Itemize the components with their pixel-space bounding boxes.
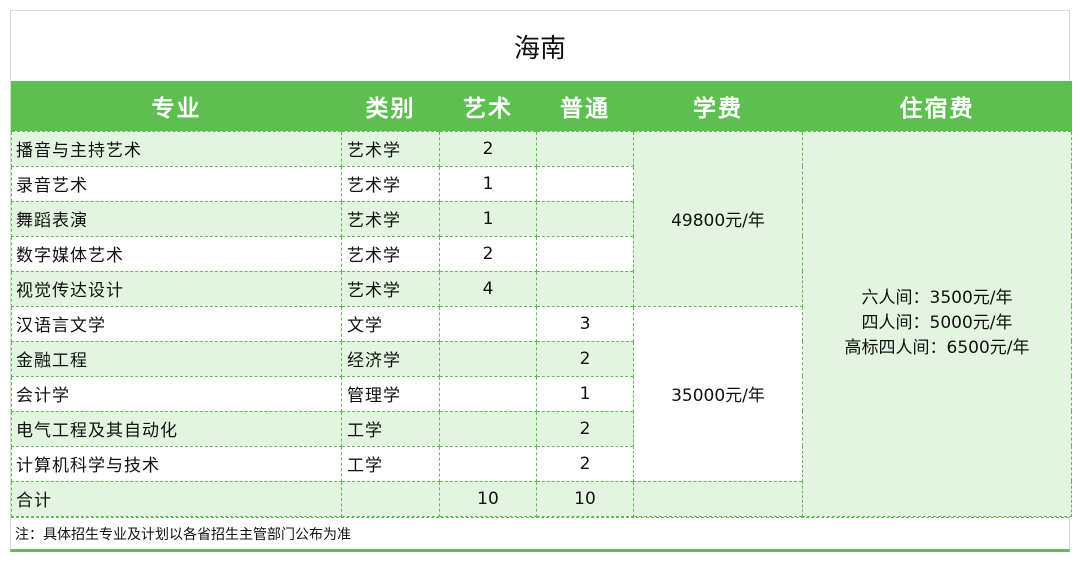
art-count-cell: 4 (439, 270, 537, 307)
art-count-cell (439, 375, 537, 412)
general-count-cell: 1 (536, 375, 634, 412)
art-count-cell (439, 305, 537, 342)
major-cell: 数字媒体艺术 (11, 235, 342, 272)
tuition-general-cell: 35000元/年 (633, 305, 803, 482)
category-cell: 艺术学 (341, 270, 440, 307)
dorm-fee-premium-four: 高标四人间：6500元/年 (844, 338, 1030, 358)
major-cell: 电气工程及其自动化 (11, 410, 342, 447)
art-count-cell (439, 410, 537, 447)
footnote: 注：具体招生专业及计划以各省招生主管部门公布为准 (11, 516, 1069, 550)
major-cell: 金融工程 (11, 340, 342, 377)
header-major: 专业 (11, 81, 342, 131)
major-cell: 汉语言文学 (11, 305, 342, 342)
admission-plan-sheet: 海南 专业 类别 艺术 普通 学费 住宿费 播音与主持艺术 艺术学 2 4980… (10, 10, 1072, 552)
dorm-fee-cell: 六人间：3500元/年 四人间：5000元/年 高标四人间：6500元/年 (802, 130, 1072, 517)
art-count-cell: 1 (439, 200, 537, 237)
art-count-cell: 1 (439, 165, 537, 202)
category-cell: 工学 (341, 445, 440, 482)
category-cell: 艺术学 (341, 165, 440, 202)
general-count-cell: 2 (536, 445, 634, 482)
total-general-count: 10 (536, 480, 634, 517)
category-cell: 艺术学 (341, 130, 440, 167)
category-cell: 艺术学 (341, 235, 440, 272)
major-cell: 录音艺术 (11, 165, 342, 202)
header-row: 专业 类别 艺术 普通 学费 住宿费 (11, 81, 1072, 131)
general-count-cell (536, 270, 634, 307)
major-cell: 播音与主持艺术 (11, 130, 342, 167)
total-art-count: 10 (439, 480, 537, 517)
major-cell: 视觉传达设计 (11, 270, 342, 307)
header-general: 普通 (536, 81, 634, 131)
category-cell: 管理学 (341, 375, 440, 412)
tuition-art-cell: 49800元/年 (633, 130, 803, 307)
general-count-cell: 3 (536, 305, 634, 342)
table-row: 播音与主持艺术 艺术学 2 49800元/年 六人间：3500元/年 四人间：5… (11, 130, 1072, 517)
total-label: 合计 (11, 480, 342, 517)
major-cell: 会计学 (11, 375, 342, 412)
dorm-fee-four: 四人间：5000元/年 (861, 313, 1013, 333)
art-count-cell (439, 445, 537, 482)
general-count-cell (536, 165, 634, 202)
header-category: 类别 (341, 81, 440, 131)
header-art: 艺术 (439, 81, 537, 131)
art-count-cell: 2 (439, 235, 537, 272)
dorm-fee-six: 六人间：3500元/年 (861, 288, 1013, 308)
category-cell: 工学 (341, 410, 440, 447)
total-category-empty (341, 480, 440, 517)
general-count-cell (536, 200, 634, 237)
category-cell: 艺术学 (341, 200, 440, 237)
major-cell: 计算机科学与技术 (11, 445, 342, 482)
total-tuition-empty (633, 480, 803, 517)
header-dorm: 住宿费 (802, 81, 1072, 131)
general-count-cell: 2 (536, 410, 634, 447)
general-count-cell: 2 (536, 340, 634, 377)
major-cell: 舞蹈表演 (11, 200, 342, 237)
page-title: 海南 (513, 33, 566, 64)
art-count-cell (439, 340, 537, 377)
art-count-cell: 2 (439, 130, 537, 167)
admission-table: 专业 类别 艺术 普通 学费 住宿费 播音与主持艺术 艺术学 2 49800元/… (11, 81, 1072, 517)
header-tuition: 学费 (633, 81, 803, 131)
general-count-cell (536, 235, 634, 272)
general-count-cell (536, 130, 634, 167)
category-cell: 文学 (341, 305, 440, 342)
category-cell: 经济学 (341, 340, 440, 377)
